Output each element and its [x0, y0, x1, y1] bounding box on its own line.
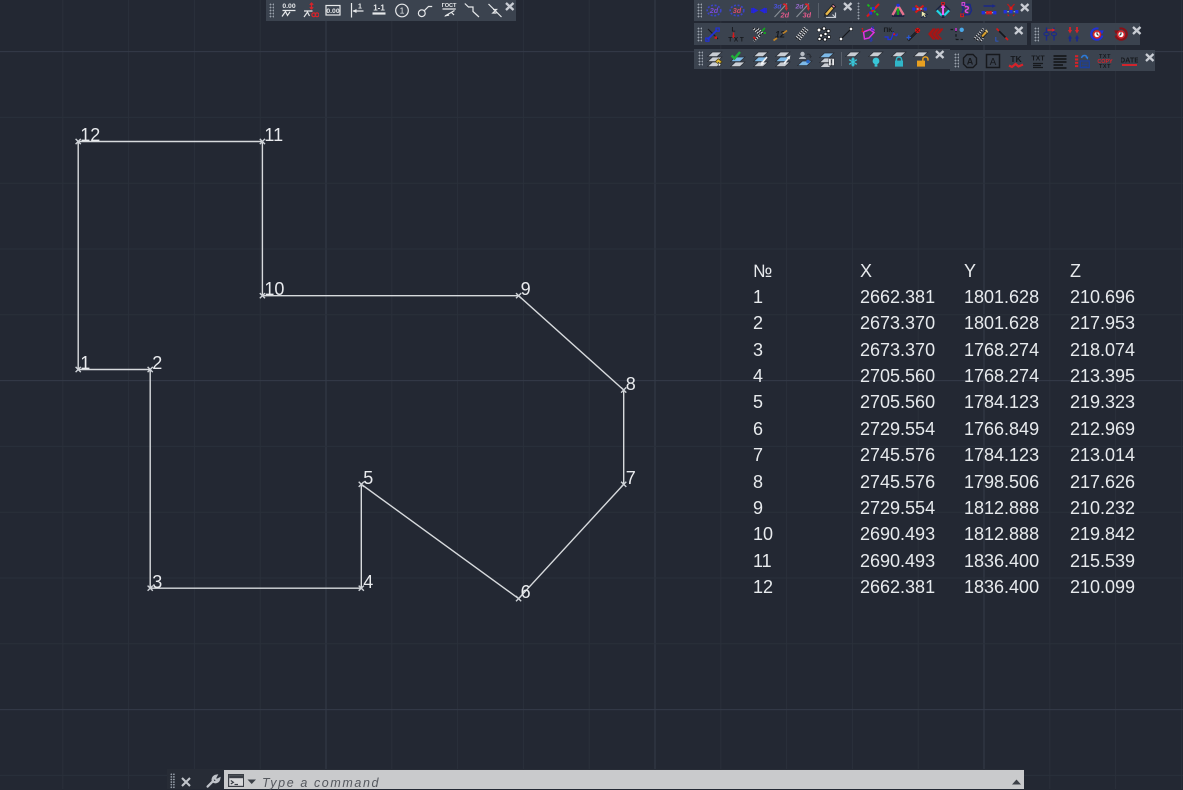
svg-text:L: L — [995, 38, 999, 43]
svg-text:TK: TK — [1010, 54, 1022, 64]
svg-text:A: A — [967, 56, 974, 66]
svg-text:L: L — [732, 27, 736, 34]
svg-text:2d: 2d — [795, 4, 804, 11]
svg-text:T X T: T X T — [728, 37, 744, 43]
svg-text:1-1: 1-1 — [373, 4, 385, 13]
svg-text:3: 3 — [870, 38, 873, 43]
svg-text:TXT: TXT — [1031, 55, 1045, 62]
svg-text:3d: 3d — [803, 11, 812, 19]
svg-text:1: 1 — [861, 28, 864, 34]
svg-text:1: 1 — [400, 5, 405, 15]
svg-text:ГОСТ: ГОСТ — [442, 3, 457, 9]
svg-text:2: 2 — [871, 27, 874, 33]
svg-text:3d: 3d — [774, 4, 783, 11]
svg-text:0.00: 0.00 — [326, 8, 339, 15]
svg-text:2d: 2d — [780, 11, 790, 19]
svg-text:TXT: TXT — [1099, 64, 1111, 69]
svg-text:DATE: DATE — [1121, 55, 1138, 64]
svg-text:2d: 2d — [709, 6, 719, 15]
svg-text:ПК.: ПК. — [884, 27, 895, 34]
svg-text:0.00: 0.00 — [282, 3, 295, 10]
svg-text:1: 1 — [358, 4, 362, 11]
svg-text:3d: 3d — [733, 6, 742, 15]
svg-text:A: A — [990, 57, 997, 68]
